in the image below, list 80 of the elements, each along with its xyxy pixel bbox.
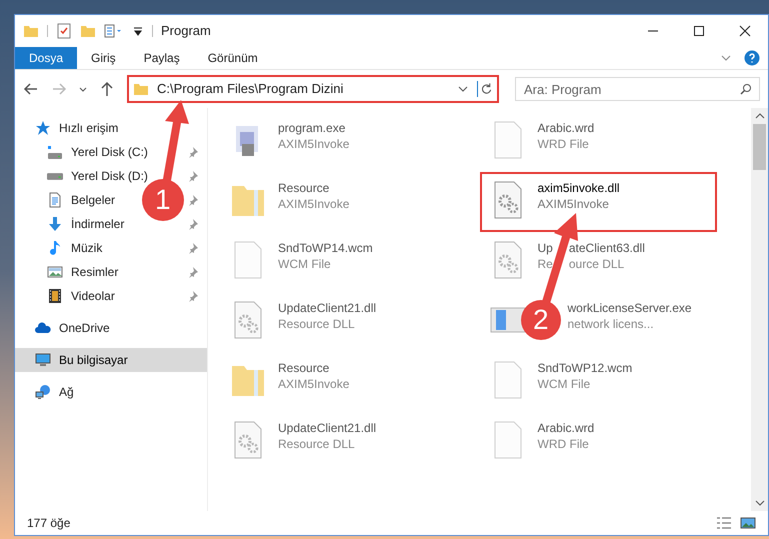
drive-icon bbox=[47, 172, 63, 180]
ribbon-tab[interactable]: Giriş bbox=[77, 47, 130, 69]
pin-icon[interactable] bbox=[187, 194, 199, 206]
file-type: WRD File bbox=[538, 436, 589, 452]
file-type: WCM File bbox=[538, 376, 590, 392]
search-icon bbox=[740, 83, 752, 95]
pictures-icon bbox=[47, 264, 63, 280]
ribbon-tab[interactable]: Görünüm bbox=[194, 47, 272, 69]
scroll-thumb[interactable] bbox=[753, 124, 766, 170]
help-icon[interactable] bbox=[744, 50, 760, 66]
file-name: Resource bbox=[278, 180, 330, 196]
file-name: SndToWP12.wcm bbox=[538, 360, 632, 376]
star-icon bbox=[35, 120, 51, 136]
file-name: ateClient63.dll bbox=[568, 240, 645, 256]
file-type: AXIM5Invoke bbox=[538, 196, 609, 212]
pin-icon[interactable] bbox=[187, 242, 199, 254]
number-marker bbox=[521, 300, 561, 340]
back-icon[interactable] bbox=[23, 81, 39, 97]
nav-item[interactable]: Videolar bbox=[71, 287, 115, 305]
pin-icon[interactable] bbox=[187, 290, 199, 302]
item-count: 177 öğe bbox=[27, 515, 70, 532]
nav-item[interactable]: Hızlı erişim bbox=[59, 119, 118, 137]
file-type: AXIM5Invoke bbox=[278, 376, 350, 392]
details-view-icon[interactable] bbox=[716, 515, 732, 531]
file-type: network licens... bbox=[568, 316, 654, 332]
cloud-icon bbox=[35, 320, 51, 336]
properties-icon[interactable] bbox=[104, 23, 124, 39]
folder-icon bbox=[133, 81, 149, 97]
pin-icon[interactable] bbox=[187, 266, 199, 278]
file-name: SndToWP14.wcm bbox=[278, 240, 373, 256]
file-type: Resource DLL bbox=[278, 436, 355, 452]
nav-item[interactable]: Belgeler bbox=[71, 191, 116, 209]
file-name: Arabic.wrd bbox=[538, 120, 594, 136]
file-type: AXIM5Invoke bbox=[278, 136, 350, 152]
computer-icon bbox=[35, 352, 51, 368]
file-name: workLicenseServer.exe bbox=[568, 300, 692, 316]
document-icon bbox=[47, 192, 63, 208]
nav-item[interactable]: Yerel Disk (C:) bbox=[71, 143, 148, 161]
pin-icon[interactable] bbox=[187, 218, 199, 230]
caret-icon[interactable] bbox=[132, 25, 144, 37]
file-type: WRD File bbox=[538, 136, 589, 152]
nav-item[interactable]: OneDrive bbox=[59, 319, 110, 337]
file-type: AXIM5Invoke bbox=[278, 196, 350, 212]
nav-item[interactable]: Yerel Disk (D:) bbox=[71, 167, 148, 185]
search-field[interactable]: Ara: Program bbox=[515, 77, 760, 101]
ribbon-tab[interactable]: Dosya bbox=[15, 47, 78, 69]
address-path: C:\Program Files\Program Dizini bbox=[157, 80, 344, 98]
marker-number: 2 bbox=[533, 304, 549, 336]
nav-item[interactable]: Müzik bbox=[71, 239, 102, 257]
address-bar[interactable]: C:\Program Files\Program Dizini bbox=[127, 75, 499, 103]
nav-item[interactable]: İndirmeler bbox=[71, 215, 124, 233]
file-type: WCM File bbox=[278, 256, 331, 272]
network-icon bbox=[35, 384, 51, 400]
nav-item[interactable]: Bu bilgisayar bbox=[59, 351, 128, 369]
file-name: Resource bbox=[278, 360, 330, 376]
file-name: Arabic.wrd bbox=[538, 420, 594, 436]
file-name: Up bbox=[538, 240, 553, 256]
scrollbar[interactable] bbox=[751, 108, 768, 511]
file-name: program.exe bbox=[278, 120, 346, 136]
file-name: axim5invoke.dll bbox=[538, 180, 620, 196]
file-type: ource DLL bbox=[568, 256, 624, 272]
up-icon[interactable] bbox=[99, 81, 115, 97]
nav-item[interactable]: Resimler bbox=[71, 263, 118, 281]
file-type: Re bbox=[538, 256, 553, 272]
drive-icon bbox=[47, 146, 63, 158]
thumbnail-view-icon[interactable] bbox=[740, 515, 756, 531]
checklist-icon[interactable] bbox=[56, 23, 72, 39]
window-title: Program bbox=[161, 22, 211, 40]
refresh-icon[interactable] bbox=[477, 81, 493, 97]
marker-number: 1 bbox=[155, 184, 171, 216]
ribbon-tab[interactable]: Paylaş bbox=[130, 47, 194, 69]
music-note-icon bbox=[47, 240, 63, 256]
download-icon bbox=[47, 216, 63, 232]
file-name: UpdateClient21.dll bbox=[278, 420, 376, 436]
file-name: UpdateClient21.dll bbox=[278, 300, 376, 316]
pin-icon[interactable] bbox=[187, 170, 199, 182]
nav-item[interactable]: Ağ bbox=[59, 383, 74, 401]
pin-icon[interactable] bbox=[187, 146, 199, 158]
file-type: Resource DLL bbox=[278, 316, 355, 332]
film-icon bbox=[47, 288, 63, 304]
